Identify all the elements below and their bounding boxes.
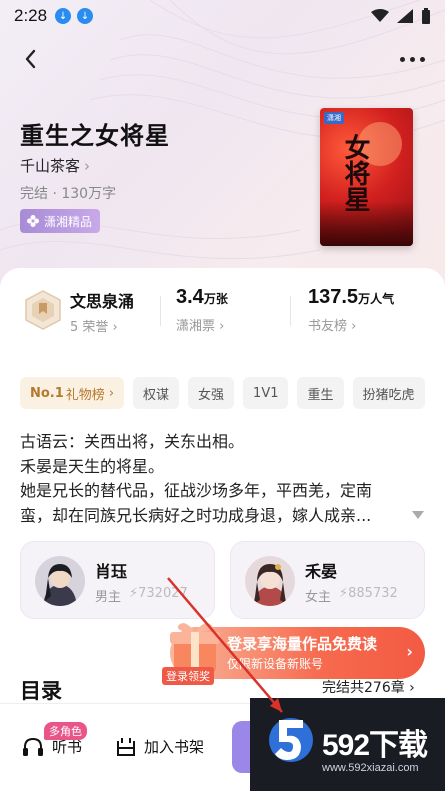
- avatar: [245, 556, 295, 606]
- gift-label: 登录领奖: [162, 667, 214, 685]
- synopsis-line: 禾晏是天生的将星。: [20, 456, 165, 476]
- status-bar: 2:28 ↓ ↓: [0, 0, 445, 32]
- download-icon: ↓: [55, 8, 72, 24]
- stats-row: 文思泉涌 5 荣誉 › 3.4万张 潇湘票 › 137.5万人气 书友榜 ›: [0, 286, 445, 346]
- chevron-right-icon: ›: [108, 385, 115, 401]
- tag-list: No.1 礼物榜 › 权谋 女强 1V1 重生 扮猪吃虎: [20, 377, 425, 411]
- book-cover[interactable]: 潇湘 女将星: [320, 108, 413, 246]
- lightning-icon: ⚡: [339, 586, 349, 601]
- popularity-label: 书友榜: [308, 319, 348, 334]
- watermark-logo: [269, 718, 313, 762]
- chevron-left-icon: [25, 49, 36, 69]
- character-popularity: ⚡885732: [339, 586, 398, 601]
- honor-name: 文思泉涌: [70, 292, 135, 311]
- tickets-label: 潇湘票: [176, 319, 216, 334]
- download-icon: ↓: [77, 8, 94, 24]
- divider: [160, 296, 161, 326]
- divider: [290, 296, 291, 326]
- dot-icon: [419, 56, 425, 62]
- gift-rank-chip[interactable]: No.1 礼物榜 ›: [20, 377, 125, 409]
- wifi-icon: [371, 9, 389, 22]
- tag-chip[interactable]: 重生: [297, 377, 344, 409]
- tag-chip[interactable]: 女强: [188, 377, 235, 409]
- gift-rank-no: No.1: [30, 385, 64, 401]
- book-meta: 完结 · 130万字: [20, 186, 117, 202]
- add-to-shelf-button[interactable]: 加入书架: [116, 736, 204, 757]
- character-card-heyan[interactable]: 禾晏 女主 ⚡885732: [230, 541, 425, 619]
- cover-publisher-tag: 潇湘: [324, 112, 344, 124]
- author-link[interactable]: 千山茶客 ›: [20, 155, 90, 176]
- signal-icon: [397, 9, 413, 23]
- flower-icon: [27, 215, 39, 227]
- brand-badge: 潇湘精品: [20, 209, 101, 233]
- synopsis-line: 她是兄长的替代品，征战沙场多年，平西羌，定南: [20, 481, 373, 500]
- medal-icon: [25, 290, 61, 330]
- character-role: 女主: [305, 590, 332, 605]
- more-options-button[interactable]: [395, 44, 429, 74]
- expand-triangle-icon[interactable]: [411, 510, 425, 520]
- honor-count[interactable]: 5 荣誉 ›: [70, 316, 118, 335]
- brand-badge-label: 潇湘精品: [44, 214, 93, 229]
- book-title: 重生之女将星: [20, 122, 170, 150]
- promo-subtitle: 仅限新设备新账号: [227, 657, 324, 671]
- cover-roof: [320, 201, 413, 246]
- bookshelf-icon: [117, 737, 135, 756]
- lightning-icon: ⚡: [129, 586, 139, 601]
- gift-rank-label: 礼物榜: [65, 387, 105, 403]
- watermark-url: www.592xiazai.com: [322, 762, 419, 774]
- character-name: 禾晏: [305, 562, 338, 581]
- watermark-brand: 592下载: [322, 729, 428, 762]
- dot-icon: [409, 56, 415, 62]
- status-time: 2:28: [14, 6, 48, 25]
- chevron-right-icon: ›: [406, 642, 413, 661]
- multi-role-badge: 多角色: [44, 722, 87, 740]
- character-popularity: ⚡732027: [129, 586, 188, 601]
- popularity-unit: 万人气: [358, 292, 395, 306]
- author-name: 千山茶客: [20, 157, 81, 175]
- toc-status: 完结共276章: [322, 680, 405, 696]
- tickets-stat[interactable]: 3.4万张 潇湘票 ›: [176, 286, 228, 334]
- toc-link[interactable]: 完结共276章 ›: [322, 677, 415, 697]
- character-popularity-value: 732027: [138, 586, 188, 601]
- synopsis-line: 蛮，却在同族兄长病好之时功成身退，嫁人成亲...: [20, 505, 372, 525]
- dot-icon: [399, 56, 405, 62]
- honor-count-label: 5 荣誉: [70, 320, 109, 335]
- synopsis-line: 古语云：关西出将，关东出相。: [20, 432, 245, 451]
- tag-chip[interactable]: 扮猪吃虎: [352, 377, 425, 409]
- tickets-unit: 万张: [203, 292, 228, 306]
- promo-title: 登录享海量作品免费读: [227, 635, 378, 653]
- character-name: 肖珏: [95, 562, 128, 581]
- top-nav: [0, 40, 445, 80]
- battery-icon: [422, 8, 430, 24]
- tag-chip[interactable]: 1V1: [243, 377, 289, 409]
- toc-title: 目录: [20, 679, 62, 703]
- back-button[interactable]: [16, 44, 46, 74]
- character-role: 男主: [95, 590, 122, 605]
- chevron-right-icon: ›: [84, 157, 91, 175]
- headphones-icon: [23, 737, 43, 756]
- character-popularity-value: 885732: [348, 586, 398, 601]
- character-card-xiaojue[interactable]: 肖珏 男主 ⚡732027: [20, 541, 215, 619]
- synopsis[interactable]: 古语云：关西出将，关东出相。 禾晏是天生的将星。 她是兄长的替代品，征战沙场多年…: [20, 430, 410, 528]
- add-shelf-label: 加入书架: [144, 738, 205, 756]
- tag-chip[interactable]: 权谋: [133, 377, 180, 409]
- popularity-value: 137.5: [308, 286, 359, 308]
- popularity-stat[interactable]: 137.5万人气 书友榜 ›: [308, 286, 394, 334]
- tickets-value: 3.4: [176, 286, 204, 308]
- avatar: [35, 556, 85, 606]
